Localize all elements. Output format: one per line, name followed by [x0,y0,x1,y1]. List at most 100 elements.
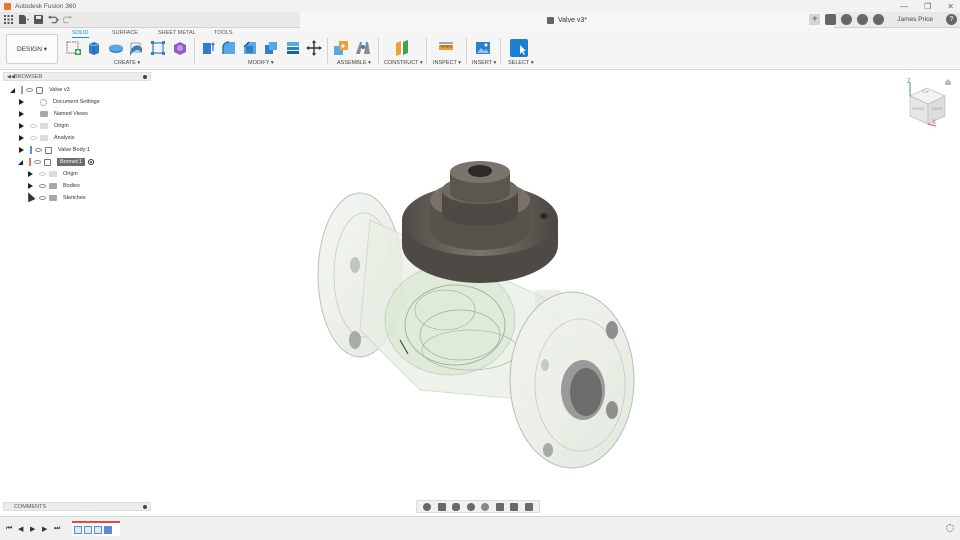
visibility-eye-icon[interactable] [34,160,41,164]
offset-plane-icon[interactable] [394,40,410,56]
viewports-icon[interactable] [524,502,533,511]
expand-toggle-icon[interactable] [19,99,24,105]
visibility-eye-icon[interactable] [30,124,37,128]
valve-model-viewport[interactable] [300,150,660,480]
collapse-browser-icon[interactable]: ◀◀ [7,74,15,80]
expand-toggle-icon[interactable] [10,87,15,93]
visibility-eye-icon[interactable] [39,184,46,188]
extrude-icon[interactable] [86,40,102,56]
expand-toggle-icon[interactable] [19,123,24,129]
shell-icon[interactable] [263,40,279,56]
revolve-icon[interactable] [108,40,124,56]
timeline-feature-sketch[interactable] [94,525,102,534]
orbit-icon[interactable] [423,502,432,511]
workspace-switcher[interactable]: DESIGN ▾ [6,34,58,64]
tree-item-analysis[interactable]: Analysis [19,133,74,143]
rectangular-pattern-icon[interactable] [150,40,166,56]
expand-toggle-icon[interactable] [28,183,33,189]
visibility-eye-icon[interactable] [35,148,42,152]
user-account[interactable]: James Price [897,16,933,23]
visibility-eye-icon[interactable] [26,88,33,92]
timeline-play-button[interactable]: ▶ [30,525,35,533]
redo-icon[interactable] [63,14,74,25]
browser-pin-icon[interactable] [143,75,147,79]
help-icon[interactable]: ? [946,14,957,25]
tab-sheet-metal[interactable]: SHEET METAL [158,30,196,36]
restore-button[interactable]: ❐ [924,2,931,11]
measure-icon[interactable] [438,40,454,56]
tab-surface[interactable]: SURFACE [112,30,138,36]
expand-toggle-icon[interactable] [19,111,24,117]
file-menu-icon[interactable] [18,14,29,25]
visibility-eye-icon[interactable] [39,172,46,176]
online-status-icon[interactable] [873,14,885,25]
create-menu[interactable]: CREATE ▾ [114,60,140,66]
tree-item-bonnet-origin[interactable]: Origin [28,169,78,179]
new-tab-button[interactable]: + [809,14,821,25]
combine-icon[interactable] [285,40,301,56]
expand-toggle-icon[interactable] [18,159,23,165]
tree-item-valve-body[interactable]: Valve Body:1 [19,145,90,155]
minimize-button[interactable]: — [900,2,908,11]
sweep-icon[interactable] [128,40,144,56]
timeline-settings-gear-icon[interactable] [946,524,954,532]
move-copy-icon[interactable] [306,40,322,56]
visibility-eye-icon[interactable] [39,196,46,200]
timeline-first-button[interactable]: ⏮ [6,525,12,533]
joint-icon[interactable] [355,40,371,56]
select-menu[interactable]: SELECT ▾ [508,60,534,66]
fillet-icon[interactable] [221,40,237,56]
timeline-feature-sketch[interactable] [74,525,82,534]
display-settings-icon[interactable] [495,502,504,511]
viewcube[interactable]: Z X TOP FRONT RIGHT [900,78,952,128]
insert-menu[interactable]: INSERT ▾ [472,60,496,66]
grid-snaps-icon[interactable] [510,502,519,511]
inspect-menu[interactable]: INSPECT ▾ [433,60,461,66]
insert-image-icon[interactable] [475,40,491,56]
tree-item-document-settings[interactable]: Document Settings [19,97,99,107]
look-at-icon[interactable] [437,502,446,511]
tree-item-origin[interactable]: Origin [19,121,69,131]
select-tool-icon[interactable] [510,39,528,57]
timeline-feature-revolve[interactable] [84,525,92,534]
tree-item-sketches[interactable]: Sketches [28,193,86,203]
timeline-feature-extrude[interactable] [104,525,112,534]
close-window-button[interactable]: ✕ [947,2,954,11]
expand-toggle-icon[interactable] [19,135,24,141]
tree-item-bodies[interactable]: Bodies [28,181,80,191]
expand-toggle-icon[interactable] [19,147,24,153]
save-icon[interactable] [33,14,44,25]
press-pull-icon[interactable] [200,40,216,56]
expand-toggle-icon[interactable] [28,171,33,177]
form-icon[interactable] [172,40,188,56]
tab-tools[interactable]: TOOLS [214,30,233,36]
construct-menu[interactable]: CONSTRUCT ▾ [384,60,423,66]
zoom-icon[interactable] [466,502,475,511]
timeline-prev-button[interactable]: ◀ [18,525,23,533]
home-view-icon[interactable] [944,78,952,86]
job-status-icon[interactable] [825,14,837,25]
chamfer-icon[interactable] [242,40,258,56]
comments-add-icon[interactable] [143,505,147,509]
tree-item-bonnet[interactable]: Bonnet:1 [18,157,95,167]
tree-item-root[interactable]: Valve v3 [10,85,70,95]
visibility-eye-icon[interactable] [30,136,37,140]
modify-menu[interactable]: MODIFY ▾ [248,60,274,66]
extensions-icon[interactable] [841,14,853,25]
undo-icon[interactable] [48,14,59,25]
comments-panel-header[interactable]: COMMENTS [3,502,151,511]
timeline-last-button[interactable]: ⏭ [54,525,60,533]
new-component-icon[interactable] [333,40,349,56]
activate-component-radio[interactable] [88,159,95,165]
notifications-icon[interactable] [857,14,869,25]
data-panel-grid-icon[interactable] [3,14,14,25]
create-sketch-icon[interactable] [66,40,82,56]
browser-panel-header[interactable]: ◀◀ BROWSER [3,72,151,81]
timeline-next-button[interactable]: ▶ [42,525,47,533]
assemble-menu[interactable]: ASSEMBLE ▾ [337,60,371,66]
pan-hand-icon[interactable] [452,502,461,511]
fit-window-icon[interactable] [481,502,490,511]
document-tab[interactable]: Valve v3* × [300,12,834,28]
tree-item-named-views[interactable]: Named Views [19,109,88,119]
tab-solid[interactable]: SOLID [72,30,89,38]
